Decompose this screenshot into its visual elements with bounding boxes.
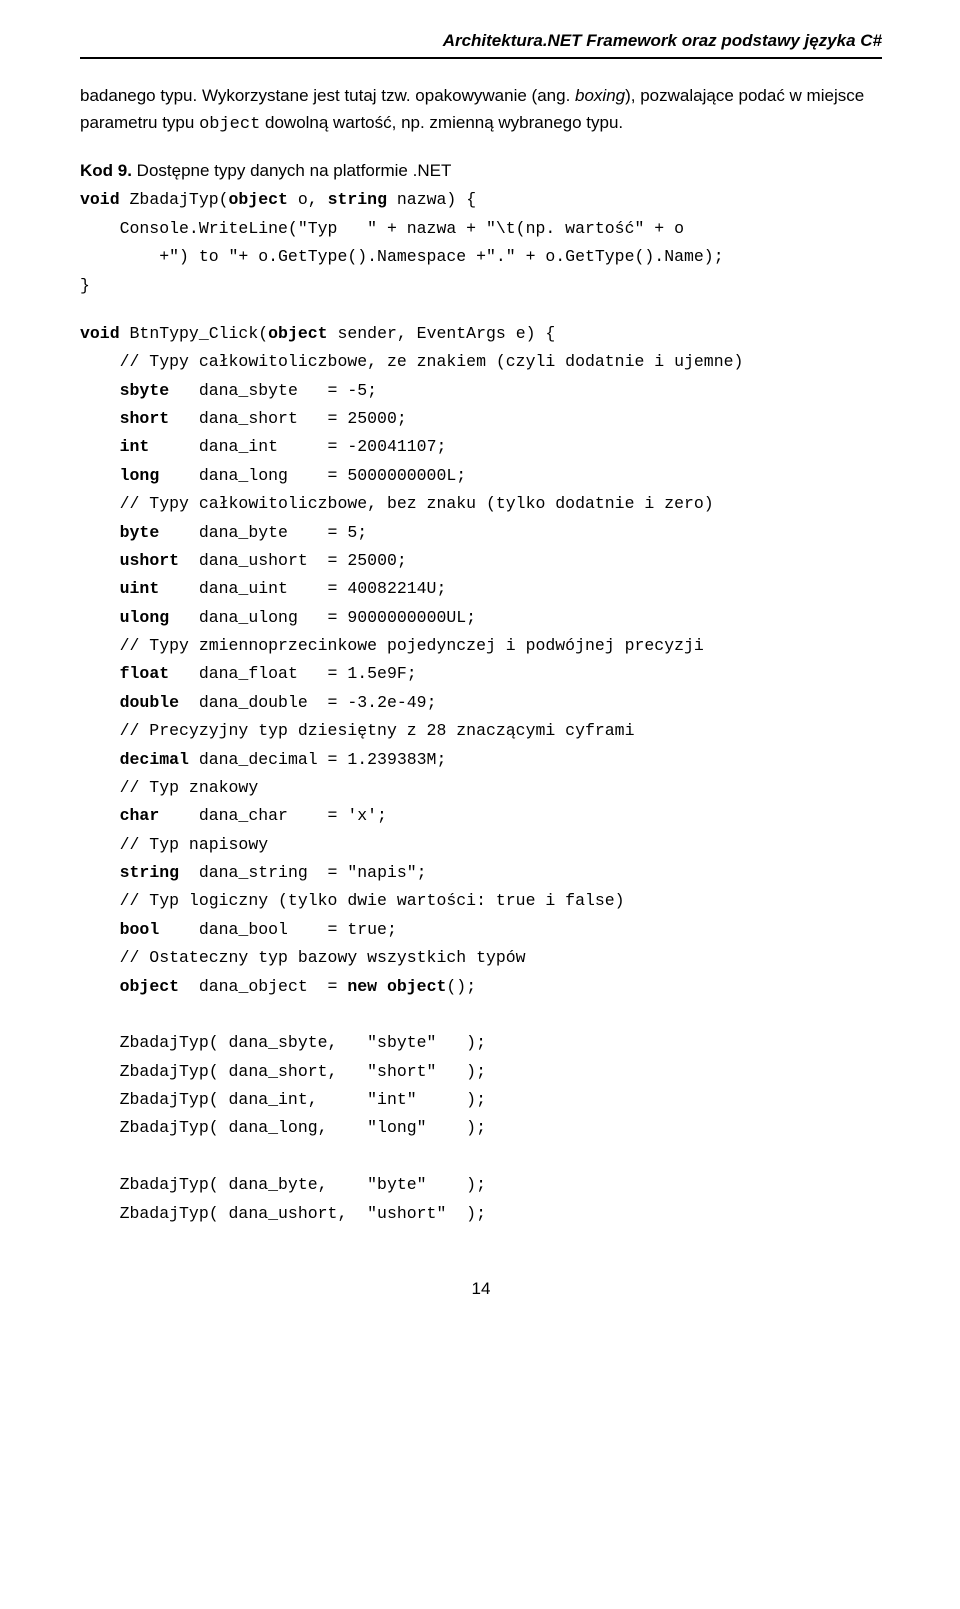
code-text: // Typ logiczny (tylko dwie wartości: tr… (80, 891, 625, 910)
keyword: ushort (120, 551, 179, 570)
code-text: dana_decimal = 1.239383M; (189, 750, 446, 769)
code-text: BtnTypy_Click( (120, 324, 269, 343)
code-text (80, 551, 120, 570)
caption-text: Dostępne typy danych na platformie .NET (132, 161, 451, 180)
code-text (80, 693, 120, 712)
code-text: dana_bool = true; (159, 920, 397, 939)
text-italic: boxing (575, 86, 625, 105)
keyword: char (120, 806, 160, 825)
code-text: o, (288, 190, 328, 209)
code-text: // Typy zmiennoprzecinkowe pojedynczej i… (80, 636, 704, 655)
page-header: Architektura.NET Framework oraz podstawy… (80, 28, 882, 59)
code-text: // Ostateczny typ bazowy wszystkich typó… (80, 948, 526, 967)
code-text: dana_char = 'x'; (159, 806, 387, 825)
code-text: // Precyzyjny typ dziesiętny z 28 znaczą… (80, 721, 635, 740)
code-text: ZbadajTyp( dana_ushort, "ushort" ); (80, 1204, 486, 1223)
keyword: uint (120, 579, 160, 598)
keyword: void (80, 324, 120, 343)
text: dowolną wartość, np. zmienną wybranego t… (260, 113, 623, 132)
code-text (80, 920, 120, 939)
code-text: dana_ushort = 25000; (179, 551, 407, 570)
page-number: 14 (80, 1276, 882, 1302)
body-paragraph: badanego typu. Wykorzystane jest tutaj t… (80, 83, 882, 138)
code-text (80, 381, 120, 400)
keyword: bool (120, 920, 160, 939)
keyword: float (120, 664, 170, 683)
code-text (80, 437, 120, 456)
keyword: void (80, 190, 120, 209)
code-text: dana_sbyte = -5; (169, 381, 377, 400)
blank-line (80, 300, 882, 320)
code-text: nazwa) { (387, 190, 476, 209)
code-block: void ZbadajTyp(object o, string nazwa) {… (80, 186, 882, 300)
code-text: dana_object = (179, 977, 347, 996)
code-text (80, 466, 120, 485)
code-text (80, 579, 120, 598)
keyword: short (120, 409, 170, 428)
code-text: Console.WriteLine("Typ " + nazwa + "\t(n… (80, 219, 684, 238)
code-text: } (80, 276, 90, 295)
code-text (80, 523, 120, 542)
keyword: long (120, 466, 160, 485)
keyword: new object (347, 977, 446, 996)
code-text: // Typy całkowitoliczbowe, bez znaku (ty… (80, 494, 714, 513)
keyword: byte (120, 523, 160, 542)
code-text: dana_float = 1.5e9F; (169, 664, 417, 683)
code-text (80, 750, 120, 769)
code-text: dana_uint = 40082214U; (159, 579, 446, 598)
code-inline: object (199, 115, 260, 134)
code-text: // Typy całkowitoliczbowe, ze znakiem (c… (80, 352, 743, 371)
keyword: ulong (120, 608, 170, 627)
code-text: ZbadajTyp( dana_sbyte, "sbyte" ); (80, 1033, 486, 1052)
code-text: // Typ napisowy (80, 835, 268, 854)
code-text (80, 977, 120, 996)
code-text: (); (446, 977, 476, 996)
code-text: dana_long = 5000000000L; (159, 466, 466, 485)
code-listing-caption: Kod 9. Dostępne typy danych na platformi… (80, 158, 882, 184)
caption-number: Kod 9. (80, 161, 132, 180)
code-text: dana_byte = 5; (159, 523, 367, 542)
code-text: ZbadajTyp( dana_long, "long" ); (80, 1118, 486, 1137)
code-text: dana_string = "napis"; (179, 863, 427, 882)
code-text: dana_double = -3.2e-49; (179, 693, 436, 712)
code-text: // Typ znakowy (80, 778, 258, 797)
code-text: ZbadajTyp( dana_short, "short" ); (80, 1062, 486, 1081)
code-text: sender, EventArgs e) { (328, 324, 556, 343)
keyword: object (120, 977, 179, 996)
code-text (80, 409, 120, 428)
code-text: ZbadajTyp( dana_byte, "byte" ); (80, 1175, 486, 1194)
code-text: dana_ulong = 9000000000UL; (169, 608, 476, 627)
code-text: dana_short = 25000; (169, 409, 407, 428)
keyword: decimal (120, 750, 189, 769)
keyword: int (120, 437, 150, 456)
keyword: object (268, 324, 327, 343)
code-text (80, 608, 120, 627)
text: badanego typu. Wykorzystane jest tutaj t… (80, 86, 575, 105)
keyword: sbyte (120, 381, 170, 400)
code-text: ZbadajTyp( dana_int, "int" ); (80, 1090, 486, 1109)
code-text (80, 863, 120, 882)
keyword: string (328, 190, 387, 209)
code-text (80, 664, 120, 683)
keyword: string (120, 863, 179, 882)
code-text (80, 806, 120, 825)
code-text: +") to "+ o.GetType().Namespace +"." + o… (80, 247, 724, 266)
code-text: ZbadajTyp( (120, 190, 229, 209)
keyword: double (120, 693, 179, 712)
code-block: void BtnTypy_Click(object sender, EventA… (80, 320, 882, 1228)
keyword: object (229, 190, 288, 209)
code-text: dana_int = -20041107; (149, 437, 446, 456)
